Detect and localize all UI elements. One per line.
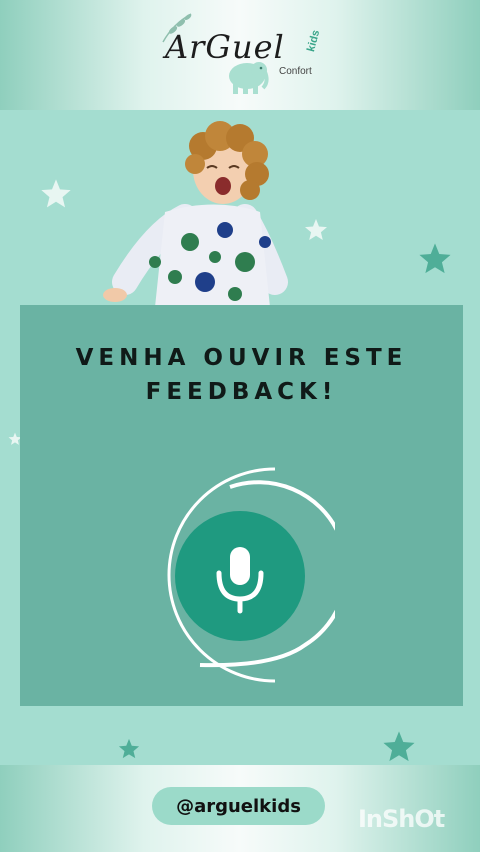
logo-subtitle: Confort: [279, 66, 312, 77]
card-title-line-2: FEEDBACK!: [145, 379, 338, 405]
social-handle-pill[interactable]: @arguelkids: [152, 787, 325, 825]
star-icon: [305, 219, 327, 240]
footer-banner: @arguelkids InShOt: [0, 765, 480, 852]
app-watermark: InShOt: [358, 805, 445, 833]
star-icon: [41, 179, 71, 208]
star-icon: [419, 243, 451, 274]
card-title-line-1: VENHA OUVIR ESTE: [75, 345, 408, 371]
star-icon: [383, 731, 415, 762]
header-banner: ArGuel kids Confort: [0, 0, 480, 110]
child-photo: [103, 121, 288, 307]
elephant-icon: [229, 62, 269, 94]
card-title: VENHA OUVIR ESTE FEEDBACK!: [20, 341, 463, 409]
audio-play-button[interactable]: [125, 455, 335, 695]
logo-kids-label: kids: [305, 28, 323, 54]
feedback-card: VENHA OUVIR ESTE FEEDBACK!: [20, 305, 463, 706]
brand-logo: ArGuel kids Confort: [155, 10, 325, 100]
star-icon: [118, 738, 140, 759]
